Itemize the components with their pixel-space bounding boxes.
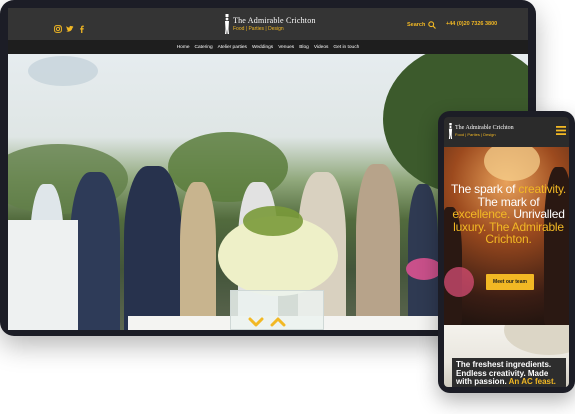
nav-item-atelier-parties[interactable]: Atelier parties	[218, 45, 247, 50]
hero-headline: The spark of creativity. The mark of exc…	[448, 183, 569, 246]
desktop-header: The Admirable Crichton Food | Parties | …	[8, 8, 528, 40]
mobile-food-image: The freshest ingredients. Endless creati…	[444, 325, 569, 387]
chevron-up-icon[interactable]	[270, 314, 286, 327]
caption-highlight: An AC feast.	[508, 377, 556, 386]
facebook-icon[interactable]	[78, 20, 86, 33]
white-tablecloth	[8, 220, 78, 330]
twitter-icon[interactable]	[66, 20, 74, 32]
nav-item-home[interactable]: Home	[177, 45, 190, 50]
search-icon	[428, 21, 437, 29]
search-label: Search	[407, 22, 426, 28]
brand-name: The Admirable Crichton	[455, 125, 514, 131]
mobile-device-frame: The Admirable Crichton Food | Parties | …	[438, 111, 575, 393]
meet-our-team-button[interactable]: Meet our team	[486, 274, 534, 290]
guest-figure	[180, 182, 216, 330]
brand-tagline: Food | Parties | Design	[455, 132, 496, 137]
food-caption: The freshest ingredients. Endless creati…	[452, 358, 566, 387]
sky-cloud	[28, 56, 98, 86]
pink-light	[444, 267, 474, 297]
mobile-brand-logo[interactable]: The Admirable Crichton Food | Parties | …	[448, 123, 514, 139]
headline-highlight: luxury.	[453, 219, 487, 234]
brand-tagline: Food | Parties | Design	[233, 26, 284, 32]
phone-number-link[interactable]: +44 (0)20 7326 3800	[446, 21, 497, 27]
chevron-down-icon[interactable]	[248, 314, 264, 327]
mobile-hero-image: The spark of creativity. The mark of exc…	[444, 147, 569, 325]
brand-logo[interactable]: The Admirable Crichton Food | Parties | …	[224, 13, 316, 35]
social-links	[54, 20, 86, 33]
flower-greenery	[243, 206, 303, 236]
chandelier-glow	[484, 147, 540, 181]
nav-item-get-in-touch[interactable]: Get in touch	[333, 45, 359, 50]
headline-highlight: The Admirable Crichton.	[485, 219, 564, 246]
hero-slide-controls	[248, 314, 286, 327]
butler-figure-icon	[448, 123, 453, 139]
mobile-header: The Admirable Crichton Food | Parties | …	[444, 117, 569, 147]
pink-flowers	[406, 258, 442, 280]
instagram-icon[interactable]	[54, 20, 62, 33]
nav-item-weddings[interactable]: Weddings	[252, 45, 273, 50]
mobile-screen: The Admirable Crichton Food | Parties | …	[444, 117, 569, 387]
butler-figure-icon	[225, 14, 229, 34]
search-button[interactable]: Search	[407, 21, 437, 29]
food-plate	[504, 325, 569, 355]
nav-item-blog[interactable]: Blog	[299, 45, 309, 50]
main-navigation: Home Catering Atelier parties Weddings V…	[8, 40, 528, 54]
brand-name: The Admirable Crichton	[233, 16, 316, 25]
guest-figure	[408, 184, 438, 324]
nav-item-venues[interactable]: Venues	[278, 45, 294, 50]
nav-item-videos[interactable]: Videos	[314, 45, 329, 50]
guest-figure	[124, 166, 182, 330]
guest-figure	[356, 164, 400, 330]
nav-item-catering[interactable]: Catering	[194, 45, 212, 50]
hamburger-icon[interactable]	[556, 126, 566, 135]
